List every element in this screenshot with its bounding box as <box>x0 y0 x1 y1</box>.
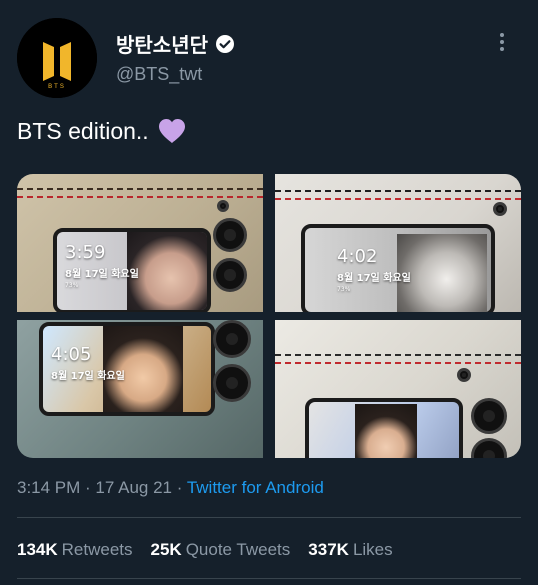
lock-screen-clock: 4:05 8월 17일 화요일 <box>51 344 125 383</box>
media-photo-2[interactable]: 4:02 8월 17일 화요일 73% <box>275 174 521 312</box>
tweet-stats: 134K Retweets 25K Quote Tweets 337K Likes <box>17 540 393 560</box>
likes-label: Likes <box>352 540 393 559</box>
tweet-source-link[interactable]: Twitter for Android <box>187 478 324 497</box>
divider <box>17 517 521 518</box>
camera-lens-icon <box>471 438 507 458</box>
name-row: 방탄소년단 <box>116 29 235 58</box>
face-image <box>355 404 417 458</box>
cover-screen <box>305 398 463 458</box>
tweet-date[interactable]: 17 Aug 21 <box>95 478 172 497</box>
avatar-logo-text: BTS <box>48 84 66 90</box>
purple-heart-icon <box>158 119 185 143</box>
tweet-time[interactable]: 3:14 PM <box>17 478 80 497</box>
verified-badge-icon <box>216 34 234 53</box>
camera-lens-icon <box>471 398 507 434</box>
cover-screen: 3:59 8월 17일 화요일 73% <box>53 228 211 312</box>
camera-lens-icon <box>213 258 247 292</box>
quote-tweets-label: Quote Tweets <box>185 540 291 559</box>
camera-lens-icon <box>213 320 251 358</box>
stitch-line <box>275 190 521 192</box>
retweets-label: Retweets <box>61 540 133 559</box>
quote-tweets-count: 25K <box>150 540 182 559</box>
camera-lens-icon <box>213 364 251 402</box>
tweet-text: BTS edition.. <box>17 117 149 144</box>
meta-separator: · <box>80 478 96 497</box>
avatar[interactable]: BTS <box>17 18 97 98</box>
stitch-line <box>275 354 521 356</box>
more-options-icon[interactable] <box>491 30 513 54</box>
quote-tweets-stat[interactable]: 25K Quote Tweets <box>151 540 291 560</box>
lock-screen-clock: 3:59 8월 17일 화요일 73% <box>65 242 139 290</box>
stitch-line <box>17 188 263 190</box>
retweets-stat[interactable]: 134K Retweets <box>17 540 133 560</box>
cover-screen: 4:02 8월 17일 화요일 73% <box>301 224 495 312</box>
flash-icon <box>457 368 471 382</box>
divider <box>17 578 521 579</box>
media-photo-1[interactable]: 3:59 8월 17일 화요일 73% <box>17 174 263 312</box>
stitch-line <box>275 362 521 364</box>
tweet-body: BTS edition.. <box>17 117 187 145</box>
flash-icon <box>493 202 507 216</box>
tweet-header: BTS 방탄소년단 @BTS_twt <box>17 18 521 98</box>
camera-lens-icon <box>213 218 247 252</box>
cover-screen: 4:05 8월 17일 화요일 <box>39 322 215 416</box>
stitch-line <box>275 198 521 200</box>
meta-separator: · <box>172 478 187 497</box>
media-grid: 3:59 8월 17일 화요일 73% 4:02 8월 17일 화요일 73% … <box>17 174 521 458</box>
face-image <box>127 232 207 310</box>
media-photo-3[interactable]: 4:05 8월 17일 화요일 <box>17 320 263 458</box>
likes-count: 337K <box>308 540 349 559</box>
display-name[interactable]: 방탄소년단 <box>116 29 208 58</box>
retweets-count: 134K <box>17 540 58 559</box>
stitch-line <box>17 196 263 198</box>
tweet-meta: 3:14 PM · 17 Aug 21 · Twitter for Androi… <box>17 478 324 498</box>
user-handle[interactable]: @BTS_twt <box>116 64 202 85</box>
likes-stat[interactable]: 337K Likes <box>308 540 392 560</box>
flash-icon <box>217 200 229 212</box>
lock-screen-clock: 4:02 8월 17일 화요일 73% <box>337 246 411 294</box>
media-photo-4[interactable] <box>275 320 521 458</box>
